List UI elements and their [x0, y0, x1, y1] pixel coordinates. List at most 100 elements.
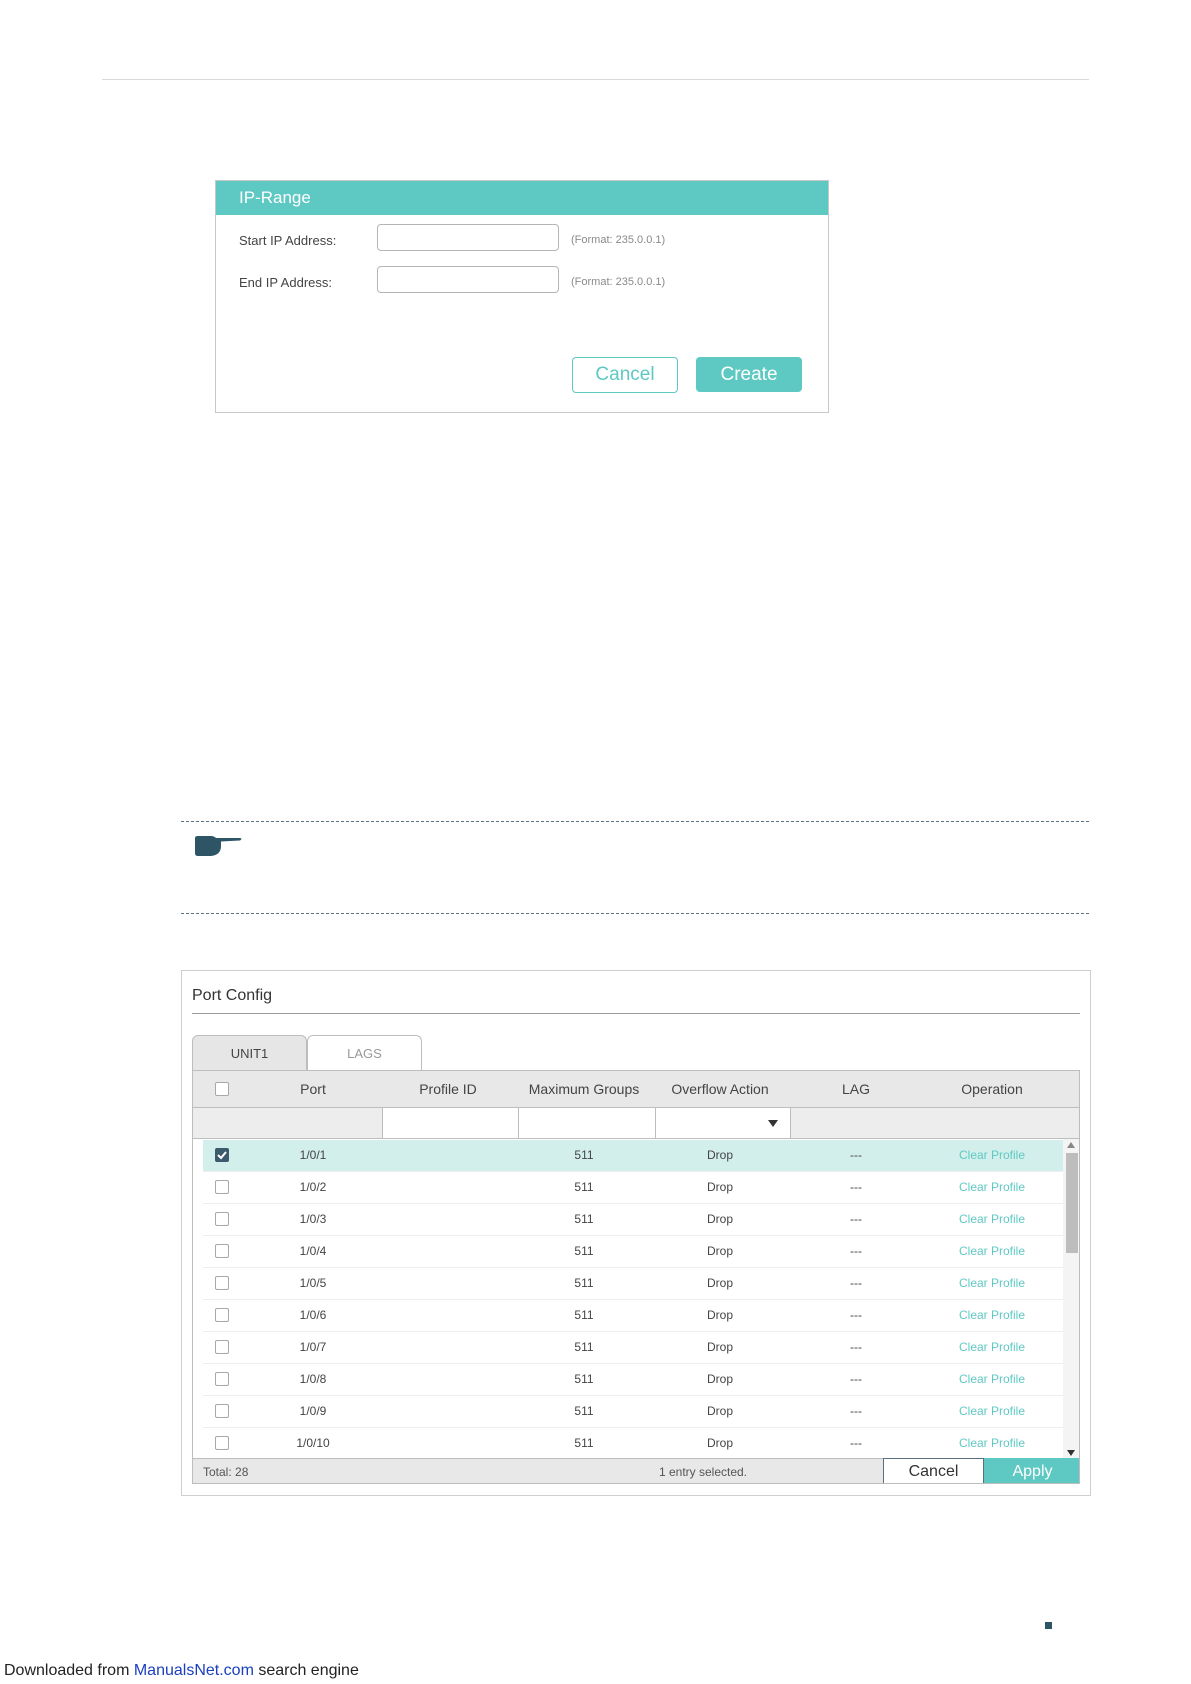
max-groups-cell: 511: [574, 1180, 594, 1194]
overflow-action-cell: Drop: [706, 1276, 733, 1290]
max-groups-cell: 511: [574, 1212, 594, 1226]
overflow-action-cell: Drop: [706, 1404, 733, 1418]
clear-profile-link[interactable]: Clear Profile: [924, 1140, 1060, 1171]
clear-profile-link[interactable]: Clear Profile: [924, 1428, 1060, 1459]
credit-prefix: Downloaded from: [4, 1662, 134, 1679]
max-groups-cell: 511: [574, 1148, 594, 1162]
end-ip-input[interactable]: [377, 266, 559, 293]
profile-id-cell: [380, 1396, 516, 1427]
end-ip-label: End IP Address:: [239, 275, 332, 290]
column-header: Maximum Groups: [528, 1081, 640, 1097]
column-header: Port: [300, 1081, 326, 1097]
profile-id-cell: [380, 1204, 516, 1235]
profile-id-filter-input[interactable]: [382, 1108, 518, 1138]
lag-cell: ---: [850, 1340, 862, 1354]
clear-profile-link[interactable]: Clear Profile: [924, 1396, 1060, 1427]
scrollbar[interactable]: [1063, 1139, 1079, 1459]
credit-suffix: search engine: [253, 1662, 359, 1679]
port-cell: 1/0/10: [296, 1436, 330, 1450]
row-checkbox[interactable]: [215, 1340, 229, 1354]
create-button[interactable]: Create: [696, 357, 802, 392]
lag-cell: ---: [850, 1212, 862, 1226]
lag-cell: ---: [850, 1436, 862, 1450]
table-row[interactable]: 1/0/3 511 Drop --- Clear Profile: [203, 1204, 1071, 1236]
row-checkbox[interactable]: [215, 1372, 229, 1386]
max-groups-cell: 511: [574, 1276, 594, 1290]
port-cell: 1/0/9: [299, 1404, 327, 1418]
filter-row: [193, 1108, 1079, 1139]
overflow-action-cell: Drop: [706, 1148, 733, 1162]
scrollbar-thumb[interactable]: [1066, 1153, 1078, 1253]
table-row[interactable]: 1/0/1 511 Drop --- Clear Profile: [203, 1140, 1071, 1172]
tab-lags[interactable]: LAGS: [307, 1035, 422, 1070]
table-row[interactable]: 1/0/6 511 Drop --- Clear Profile: [203, 1300, 1071, 1332]
apply-button[interactable]: Apply: [984, 1458, 1079, 1483]
download-credit: Downloaded from ManualsNet.com search en…: [4, 1662, 359, 1680]
table-row[interactable]: 1/0/2 511 Drop --- Clear Profile: [203, 1172, 1071, 1204]
max-groups-filter-input[interactable]: [518, 1108, 655, 1138]
manualsnet-link[interactable]: ManualsNet.com: [134, 1662, 254, 1679]
lag-cell: ---: [850, 1372, 862, 1386]
profile-id-cell: [380, 1364, 516, 1395]
row-checkbox[interactable]: [215, 1308, 229, 1322]
table-row[interactable]: 1/0/4 511 Drop --- Clear Profile: [203, 1236, 1071, 1268]
header-rule: [102, 79, 1089, 80]
chevron-down-icon: [768, 1120, 778, 1127]
clear-profile-link[interactable]: Clear Profile: [924, 1204, 1060, 1235]
row-checkbox[interactable]: [215, 1148, 229, 1162]
profile-id-cell: [380, 1172, 516, 1203]
port-cell: 1/0/4: [299, 1244, 327, 1258]
profile-id-cell: [380, 1268, 516, 1299]
port-table: Port Profile ID Maximum Groups Overflow …: [192, 1070, 1080, 1484]
row-checkbox[interactable]: [215, 1212, 229, 1226]
scroll-up-icon[interactable]: [1067, 1142, 1075, 1148]
overflow-action-cell: Drop: [706, 1340, 733, 1354]
lag-cell: ---: [850, 1404, 862, 1418]
max-groups-cell: 511: [574, 1436, 594, 1450]
row-checkbox[interactable]: [215, 1436, 229, 1450]
scroll-down-icon[interactable]: [1067, 1450, 1075, 1456]
clear-profile-link[interactable]: Clear Profile: [924, 1268, 1060, 1299]
panel-title: Port Config: [192, 987, 273, 1004]
port-config-panel: Port Config UNIT1 LAGS Port Profile ID M…: [181, 970, 1091, 1496]
row-checkbox[interactable]: [215, 1404, 229, 1418]
table-row[interactable]: 1/0/5 511 Drop --- Clear Profile: [203, 1268, 1071, 1300]
lag-cell: ---: [850, 1148, 862, 1162]
clear-profile-link[interactable]: Clear Profile: [924, 1172, 1060, 1203]
note-top-divider: [181, 821, 1089, 822]
clear-profile-link[interactable]: Clear Profile: [924, 1364, 1060, 1395]
row-checkbox[interactable]: [215, 1244, 229, 1258]
table-row[interactable]: 1/0/8 511 Drop --- Clear Profile: [203, 1364, 1071, 1396]
overflow-action-cell: Drop: [706, 1308, 733, 1322]
port-cell: 1/0/2: [299, 1180, 327, 1194]
clear-profile-link[interactable]: Clear Profile: [924, 1236, 1060, 1267]
table-cancel-button[interactable]: Cancel: [883, 1458, 984, 1483]
tab-unit1[interactable]: UNIT1: [192, 1035, 307, 1070]
ip-range-dialog: IP-Range Start IP Address: (Format: 235.…: [215, 180, 829, 413]
row-checkbox[interactable]: [215, 1276, 229, 1290]
max-groups-cell: 511: [574, 1340, 594, 1354]
port-cell: 1/0/8: [299, 1372, 327, 1386]
table-footer: Total: 28 1 entry selected. Cancel Apply: [193, 1458, 1079, 1483]
overflow-action-filter-select[interactable]: [655, 1108, 791, 1138]
overflow-action-cell: Drop: [706, 1180, 733, 1194]
table-row[interactable]: 1/0/7 511 Drop --- Clear Profile: [203, 1332, 1071, 1364]
select-all-checkbox[interactable]: [215, 1082, 229, 1096]
pointing-hand-icon: [195, 836, 242, 856]
table-header: Port Profile ID Maximum Groups Overflow …: [193, 1071, 1079, 1108]
column-header: Overflow Action: [671, 1081, 769, 1097]
max-groups-cell: 511: [574, 1404, 594, 1418]
row-checkbox[interactable]: [215, 1180, 229, 1194]
port-cell: 1/0/5: [299, 1276, 327, 1290]
clear-profile-link[interactable]: Clear Profile: [924, 1300, 1060, 1331]
max-groups-cell: 511: [574, 1244, 594, 1258]
start-ip-input[interactable]: [377, 224, 559, 251]
table-row[interactable]: 1/0/9 511 Drop --- Clear Profile: [203, 1396, 1071, 1428]
lag-cell: ---: [850, 1276, 862, 1290]
profile-id-cell: [380, 1140, 516, 1171]
table-row[interactable]: 1/0/10 511 Drop --- Clear Profile: [203, 1428, 1071, 1460]
overflow-action-cell: Drop: [706, 1244, 733, 1258]
clear-profile-link[interactable]: Clear Profile: [924, 1332, 1060, 1363]
column-header: LAG: [841, 1081, 870, 1097]
cancel-button[interactable]: Cancel: [572, 357, 678, 393]
